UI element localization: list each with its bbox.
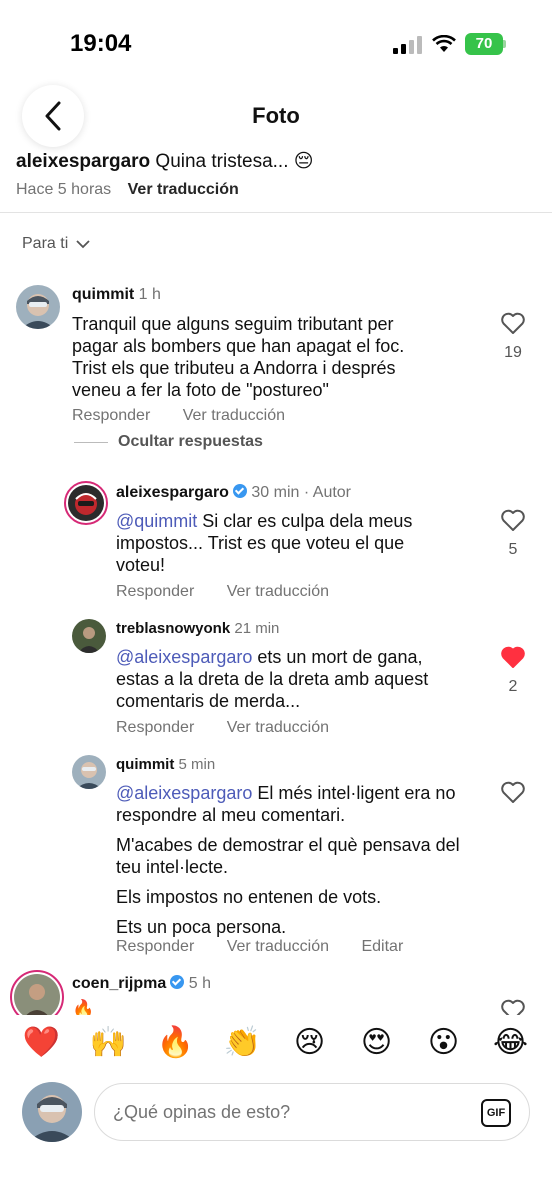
comment-username[interactable]: aleixespargaro 30 min · Autor bbox=[116, 484, 351, 502]
username-text[interactable]: quimmit bbox=[72, 286, 134, 303]
hide-replies-button[interactable]: Ocultar respuestas bbox=[74, 433, 263, 451]
quick-reactions: ❤️ 🙌 🔥 👏 😢 😍 😮 😂 bbox=[0, 1025, 552, 1060]
page-title: Foto bbox=[252, 103, 300, 128]
edit-button[interactable]: Editar bbox=[361, 938, 403, 955]
avatar[interactable] bbox=[72, 755, 106, 789]
avatar[interactable] bbox=[64, 481, 108, 525]
username-text[interactable]: coen_rijpma bbox=[72, 975, 166, 992]
avatar-image bbox=[72, 619, 106, 653]
comment-text: Tranquil que alguns seguim tributant per… bbox=[72, 314, 405, 400]
gif-button[interactable]: GIF bbox=[481, 1099, 511, 1127]
comment-username[interactable]: treblasnowyonk 21 min bbox=[116, 620, 279, 637]
caption-meta: Hace 5 horas Ver traducción bbox=[16, 181, 239, 199]
avatar[interactable] bbox=[72, 619, 106, 653]
verified-badge-icon bbox=[232, 484, 247, 498]
comment-text: @aleixespargaro ets un mort de gana, est… bbox=[116, 646, 461, 712]
comment-actions: Responder Ver traducción bbox=[72, 407, 313, 425]
mention-link[interactable]: @aleixespargaro bbox=[116, 647, 252, 667]
post-caption: aleixespargaro Quina tristesa... 😔 bbox=[16, 150, 314, 178]
battery-tip bbox=[503, 40, 506, 48]
reaction-laughing-icon[interactable]: 😂 bbox=[486, 1025, 536, 1060]
translate-link[interactable]: Ver traducción bbox=[183, 407, 285, 424]
like-count: 19 bbox=[504, 344, 522, 361]
avatar[interactable] bbox=[16, 285, 60, 329]
wifi-icon bbox=[432, 35, 456, 52]
heart-icon[interactable] bbox=[500, 311, 526, 335]
reaction-heart-eyes-icon[interactable]: 😍 bbox=[352, 1025, 402, 1060]
chevron-down-icon bbox=[76, 240, 90, 249]
comment-time: 21 min bbox=[234, 620, 280, 637]
comment-text: @quimmit Si clar es culpa dela meus impo… bbox=[116, 510, 446, 576]
verified-badge-icon bbox=[170, 975, 185, 989]
comment-composer: ❤️ 🙌 🔥 👏 😢 😍 😮 😂 ¿Qué opinas de esto? GI… bbox=[0, 1015, 552, 1200]
comment-time: 30 min · Autor bbox=[251, 484, 352, 501]
reaction-fire-icon[interactable]: 🔥 bbox=[151, 1025, 201, 1060]
comment-time: 5 min bbox=[178, 756, 216, 773]
translate-link[interactable]: Ver traducción bbox=[227, 583, 329, 600]
comment-username[interactable]: quimmit 5 min bbox=[116, 756, 215, 773]
comment-text: @aleixespargaro El més intel·ligent era … bbox=[116, 782, 466, 946]
translate-link[interactable]: Ver traducción bbox=[227, 938, 329, 955]
comment-paragraph: Ets un poca persona. bbox=[116, 917, 287, 937]
caption-text: Quina tristesa... 😔 bbox=[155, 151, 314, 172]
reply-button[interactable]: Responder bbox=[116, 583, 194, 600]
avatar-image bbox=[14, 974, 60, 1020]
mention-link[interactable]: @quimmit bbox=[116, 511, 197, 531]
sort-dropdown[interactable]: Para ti bbox=[22, 235, 90, 253]
divider bbox=[0, 212, 552, 213]
reaction-surprised-icon[interactable]: 😮 bbox=[419, 1025, 469, 1060]
signal-icon bbox=[393, 36, 422, 54]
comment-time: 5 h bbox=[188, 975, 211, 992]
avatar-image bbox=[68, 485, 104, 521]
avatar-image bbox=[22, 1082, 82, 1142]
username-text[interactable]: quimmit bbox=[116, 756, 174, 773]
mention-link[interactable]: @aleixespargaro bbox=[116, 783, 252, 803]
comment-paragraph: Els impostos no entenen de vots. bbox=[116, 887, 382, 907]
hide-replies-label: Ocultar respuestas bbox=[118, 433, 263, 450]
comment-username[interactable]: coen_rijpma 5 h bbox=[72, 975, 211, 993]
avatar-image bbox=[72, 755, 106, 789]
sort-label: Para ti bbox=[22, 235, 69, 252]
comment-actions: Responder Ver traducción Editar bbox=[116, 938, 431, 956]
reply-button[interactable]: Responder bbox=[116, 938, 194, 955]
comment-input[interactable]: ¿Qué opinas de esto? GIF bbox=[94, 1083, 530, 1141]
comment-time: 1 h bbox=[138, 286, 161, 303]
comment-paragraph: M'acabes de demostrar el què pensava del… bbox=[116, 835, 460, 877]
reply-button[interactable]: Responder bbox=[116, 719, 194, 736]
comment-paragraph: @aleixespargaro El més intel·ligent era … bbox=[116, 782, 466, 826]
comment-actions: Responder Ver traducción bbox=[116, 583, 357, 601]
reaction-clap-icon[interactable]: 👏 bbox=[218, 1025, 268, 1060]
reaction-crying-icon[interactable]: 😢 bbox=[285, 1025, 335, 1060]
heart-icon[interactable] bbox=[500, 780, 526, 804]
reaction-heart-icon[interactable]: ❤️ bbox=[17, 1025, 67, 1060]
comment-username[interactable]: quimmit 1 h bbox=[72, 286, 161, 304]
reply-button[interactable]: Responder bbox=[72, 407, 150, 424]
username-text[interactable]: treblasnowyonk bbox=[116, 620, 230, 637]
battery-indicator: 70 bbox=[465, 33, 503, 55]
caption-translate-link[interactable]: Ver traducción bbox=[128, 181, 239, 198]
translate-link[interactable]: Ver traducción bbox=[227, 719, 329, 736]
avatar-image bbox=[16, 285, 60, 329]
current-user-avatar bbox=[22, 1082, 82, 1142]
caption-username[interactable]: aleixespargaro bbox=[16, 151, 150, 172]
status-time: 19:04 bbox=[70, 30, 132, 57]
divider-line bbox=[74, 441, 108, 443]
comment-actions: Responder Ver traducción bbox=[116, 719, 357, 737]
username-text[interactable]: aleixespargaro bbox=[116, 484, 229, 501]
like-count: 5 bbox=[508, 541, 518, 558]
comment-input-placeholder: ¿Qué opinas de esto? bbox=[113, 1102, 291, 1122]
like-count: 2 bbox=[508, 678, 518, 695]
reaction-raised-hands-icon[interactable]: 🙌 bbox=[84, 1025, 134, 1060]
heart-filled-icon[interactable] bbox=[500, 645, 526, 669]
status-bar: 19:04 70 bbox=[0, 0, 552, 90]
caption-time: Hace 5 horas bbox=[16, 181, 112, 198]
heart-icon[interactable] bbox=[500, 508, 526, 532]
